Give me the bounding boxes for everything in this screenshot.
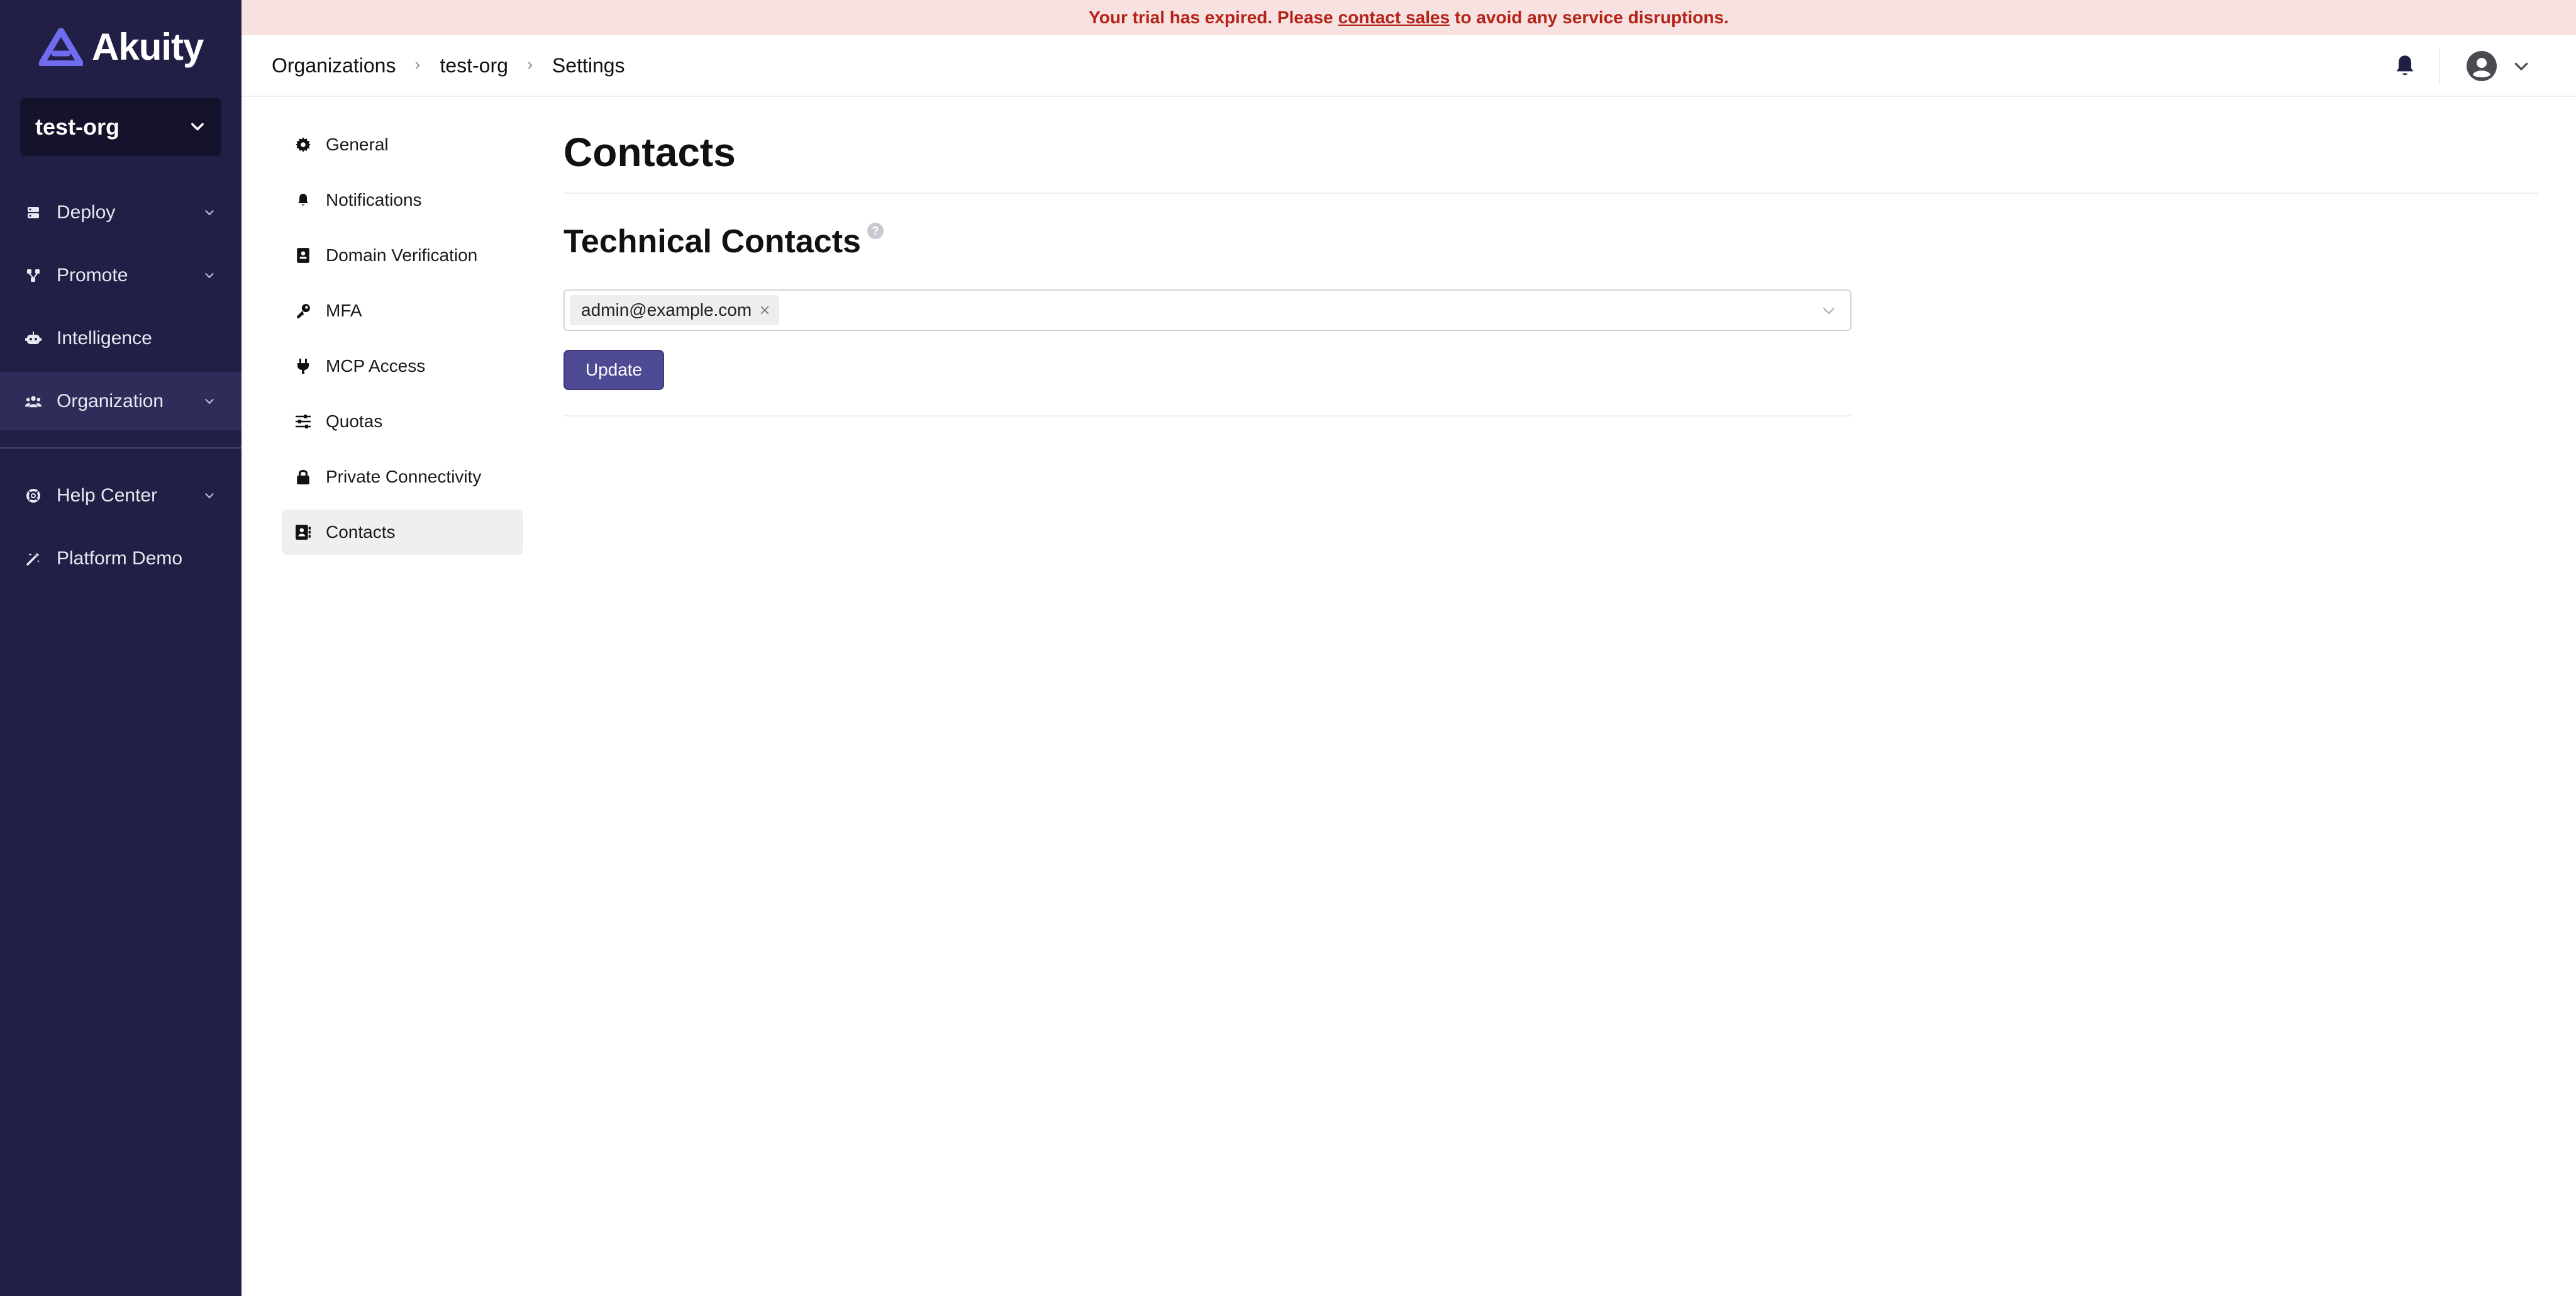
title-divider xyxy=(564,193,2538,194)
lock-icon xyxy=(294,468,312,486)
settings-nav: General Notifications Domain Verificatio… xyxy=(282,122,523,565)
sidebar-item-label: Deploy xyxy=(57,202,116,223)
sidebar-item-organization[interactable]: Organization xyxy=(0,372,242,430)
breadcrumb-organizations[interactable]: Organizations xyxy=(272,54,396,77)
close-icon[interactable] xyxy=(759,304,770,316)
sidebar-item-label: Promote xyxy=(57,265,128,286)
contact-sales-link[interactable]: contact sales xyxy=(1338,8,1450,28)
section-title: Technical Contacts ? xyxy=(564,223,884,260)
robot-icon xyxy=(25,330,42,347)
chevron-down-icon xyxy=(205,399,214,405)
trial-expired-banner: Your trial has expired. Please contact s… xyxy=(242,0,2576,35)
sidebar-item-help-center[interactable]: Help Center xyxy=(0,467,242,525)
main-content: Contacts Technical Contacts ? admin@exam… xyxy=(564,122,2538,416)
contact-book-icon xyxy=(294,523,312,541)
settings-nav-contacts[interactable]: Contacts xyxy=(282,510,523,555)
plug-icon xyxy=(294,357,312,375)
sidebar-item-deploy[interactable]: Deploy xyxy=(0,184,242,242)
sliders-icon xyxy=(294,413,312,430)
chevron-right-icon xyxy=(416,62,421,69)
settings-nav-label: Quotas xyxy=(326,411,383,431)
settings-nav-notifications[interactable]: Notifications xyxy=(282,177,523,223)
top-header: Organizations test-org Settings xyxy=(242,35,2576,97)
sidebar-item-platform-demo[interactable]: Platform Demo xyxy=(0,530,242,588)
stack-icon xyxy=(25,204,42,221)
sidebar-divider xyxy=(0,447,242,449)
sidebar-item-label: Help Center xyxy=(57,485,158,506)
key-icon xyxy=(294,302,312,320)
settings-nav-label: Notifications xyxy=(326,190,422,209)
chevron-down-icon xyxy=(205,273,214,279)
settings-nav-label: Contacts xyxy=(326,522,396,542)
settings-nav-mfa[interactable]: MFA xyxy=(282,288,523,333)
settings-nav-label: Domain Verification xyxy=(326,245,478,265)
settings-nav-label: MCP Access xyxy=(326,356,426,376)
header-divider xyxy=(2439,48,2440,84)
brand-name: Akuity xyxy=(92,26,204,68)
flow-icon xyxy=(25,267,42,284)
sidebar-item-label: Organization xyxy=(57,391,164,411)
help-icon[interactable]: ? xyxy=(867,223,884,239)
section-divider xyxy=(564,415,1852,416)
chevron-down-icon xyxy=(205,210,214,216)
breadcrumb-settings: Settings xyxy=(552,53,625,77)
sidebar-item-label: Platform Demo xyxy=(57,548,183,569)
magic-wand-icon xyxy=(25,550,42,567)
akuity-logo[interactable]: Akuity xyxy=(39,25,204,69)
settings-nav-private-connectivity[interactable]: Private Connectivity xyxy=(282,454,523,500)
chevron-down-icon[interactable] xyxy=(1821,303,1836,318)
gear-icon xyxy=(294,136,312,154)
org-selector[interactable]: test-org xyxy=(20,98,221,156)
id-badge-icon xyxy=(294,247,312,264)
settings-nav-general[interactable]: General xyxy=(282,122,523,167)
settings-nav-domain-verification[interactable]: Domain Verification xyxy=(282,233,523,278)
chevron-down-icon xyxy=(205,493,214,499)
settings-nav-label: MFA xyxy=(326,301,362,320)
org-selector-label: test-org xyxy=(35,114,119,140)
banner-text-prefix: Your trial has expired. Please xyxy=(1089,8,1333,27)
banner-text-suffix: to avoid any service disruptions. xyxy=(1455,8,1729,27)
users-icon xyxy=(25,393,42,410)
bell-icon xyxy=(294,191,312,209)
settings-nav-label: General xyxy=(326,135,389,154)
settings-nav-mcp-access[interactable]: MCP Access xyxy=(282,344,523,389)
section-title-text: Technical Contacts xyxy=(564,223,861,260)
technical-contacts-select[interactable]: admin@example.com xyxy=(564,289,1852,331)
sidebar: Akuity test-org Deploy Promote Intellige… xyxy=(0,0,242,1296)
sidebar-item-label: Intelligence xyxy=(57,328,152,349)
sidebar-item-promote[interactable]: Promote xyxy=(0,247,242,304)
settings-nav-label: Private Connectivity xyxy=(326,467,482,486)
lifebuoy-icon xyxy=(25,488,42,504)
contact-tag: admin@example.com xyxy=(570,295,780,325)
chevron-right-icon xyxy=(528,62,533,69)
update-button[interactable]: Update xyxy=(564,350,664,390)
contact-tag-label: admin@example.com xyxy=(581,300,752,320)
akuity-logo-icon xyxy=(39,28,83,66)
breadcrumb: Organizations test-org Settings xyxy=(272,54,625,77)
chevron-down-icon[interactable] xyxy=(2512,57,2531,75)
chevron-down-icon xyxy=(191,123,204,131)
settings-nav-quotas[interactable]: Quotas xyxy=(282,399,523,444)
breadcrumb-org[interactable]: test-org xyxy=(440,54,508,77)
header-actions xyxy=(2392,48,2531,84)
notifications-bell-icon[interactable] xyxy=(2392,53,2418,79)
user-avatar-icon[interactable] xyxy=(2465,50,2498,82)
page-title: Contacts xyxy=(564,130,736,175)
sidebar-item-intelligence[interactable]: Intelligence xyxy=(0,310,242,367)
